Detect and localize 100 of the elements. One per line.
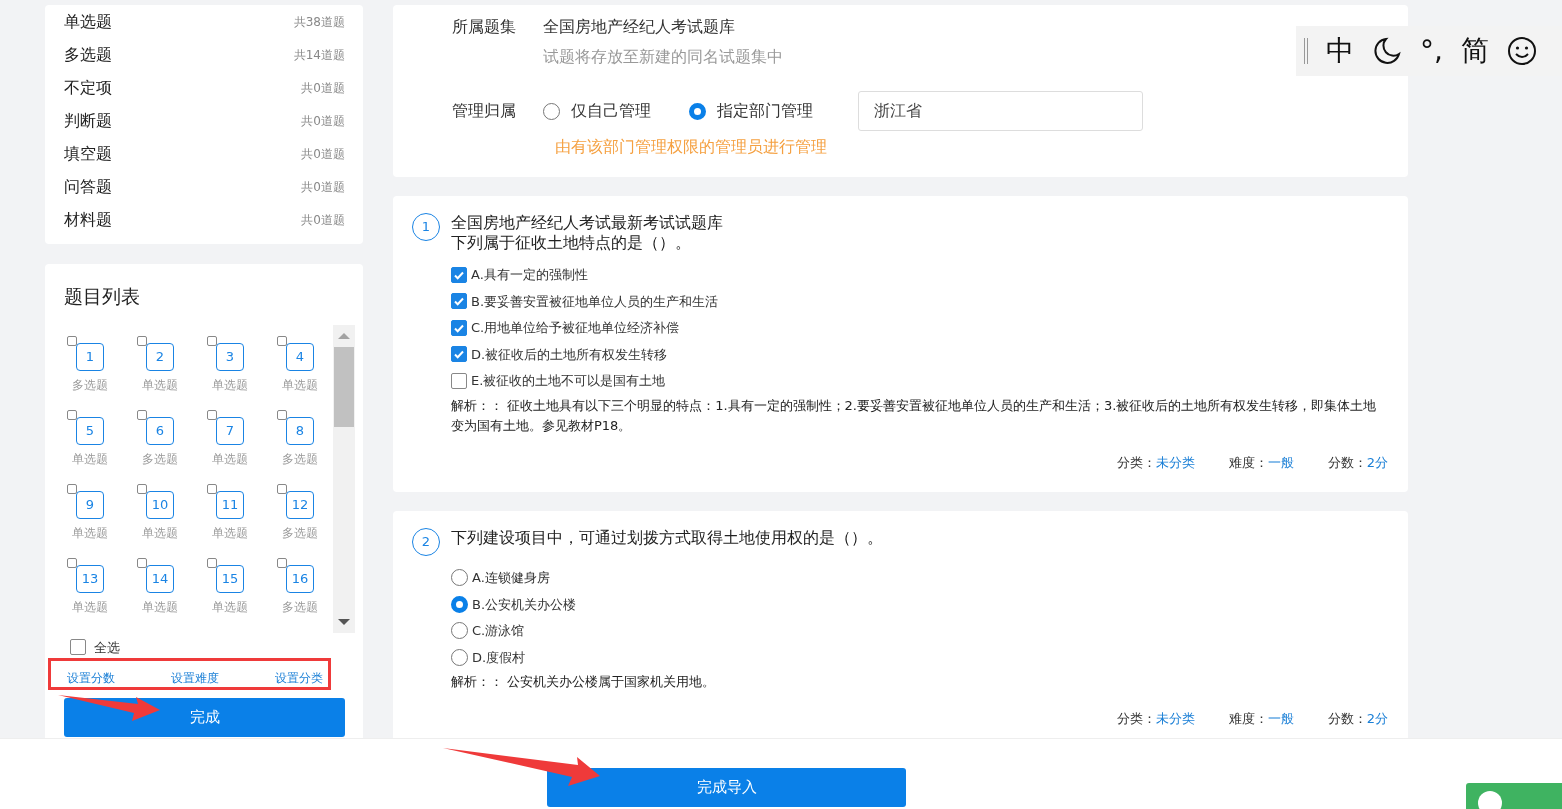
done-button[interactable]: 完成 — [64, 698, 345, 737]
question-type-label: 填空题 — [64, 142, 112, 165]
question-checkbox[interactable] — [137, 557, 147, 568]
select-all-label: 全选 — [94, 638, 120, 657]
question-checkbox[interactable] — [67, 335, 77, 346]
question-checkbox[interactable] — [67, 409, 77, 420]
question-number-button[interactable]: 2 — [146, 342, 174, 371]
question-number-button[interactable]: 16 — [286, 564, 314, 593]
question-count: 共0道题 — [301, 178, 345, 196]
meta-label: 分类： — [1116, 454, 1156, 470]
question-type-label: 单选题 — [142, 524, 178, 542]
question-number-button[interactable]: 4 — [286, 342, 314, 371]
question-number-button[interactable]: 11 — [216, 490, 244, 519]
question-checkbox[interactable] — [207, 557, 217, 568]
question-type-label: 单选题 — [212, 450, 248, 468]
meta-link[interactable]: 未分类 — [1155, 711, 1195, 726]
radio-label: 指定部门管理 — [717, 100, 813, 122]
meta-link[interactable]: 未分类 — [1155, 454, 1195, 470]
option-checkbox[interactable] — [451, 319, 467, 336]
option-label: C.游泳馆 — [472, 622, 525, 640]
question-checkbox[interactable] — [137, 483, 147, 494]
question-checkbox[interactable] — [277, 557, 287, 568]
question-checkbox[interactable] — [207, 483, 217, 494]
grip-handle[interactable] — [1304, 38, 1308, 64]
option-label: A.连锁健身房 — [472, 569, 550, 587]
action-link[interactable]: 设置分数 — [67, 669, 115, 687]
question-number-button[interactable]: 12 — [286, 490, 314, 519]
question-number-button[interactable]: 3 — [216, 342, 244, 371]
smiley-icon[interactable] — [1506, 36, 1537, 66]
hint-text: 试题将存放至新建的同名试题集中 — [543, 46, 783, 68]
question-type-label: 单选题 — [72, 450, 108, 468]
department-field[interactable]: 浙江省 — [858, 91, 1143, 131]
question-checkbox[interactable] — [67, 557, 77, 568]
question-count: 共0道题 — [301, 211, 345, 229]
question-checkbox[interactable] — [207, 409, 217, 420]
submit-button[interactable]: 完成导入 — [547, 768, 906, 807]
question-number-button[interactable]: 7 — [216, 416, 244, 445]
option-label: D.度假村 — [472, 648, 526, 667]
option-checkbox[interactable] — [451, 293, 467, 310]
question-number-button[interactable]: 6 — [146, 416, 174, 445]
radio-button[interactable] — [543, 102, 560, 120]
analysis-text: 解析：： 公安机关办公楼属于国家机关用地。 — [450, 673, 717, 691]
meta-label: 难度： — [1228, 711, 1268, 726]
question-checkbox[interactable] — [137, 335, 147, 346]
question-checkbox[interactable] — [277, 409, 287, 420]
field-label: 所属题集 — [452, 16, 517, 38]
punctuation-key[interactable]: °, — [1420, 30, 1443, 72]
set-name: 全国房地产经纪人考试题库 — [543, 16, 735, 38]
question-type-label: 材料题 — [64, 208, 112, 231]
question-type-label: 单选题 — [72, 524, 108, 542]
meta-label: 分数： — [1327, 711, 1367, 726]
scrollbar[interactable] — [333, 324, 355, 633]
question-checkbox[interactable] — [67, 483, 77, 494]
meta-link[interactable]: 一般 — [1267, 711, 1294, 726]
script-key[interactable]: 简 — [1460, 30, 1489, 72]
question-type-label: 单选题 — [212, 598, 248, 616]
option-radio[interactable] — [451, 595, 468, 613]
moon-icon[interactable] — [1372, 36, 1402, 66]
question-type-label: 单选题 — [212, 524, 248, 542]
option-checkbox[interactable] — [451, 266, 467, 283]
option-radio[interactable] — [451, 569, 468, 587]
panel-title: 题目列表 — [63, 284, 141, 309]
question-number-button[interactable]: 5 — [76, 416, 104, 445]
option-radio[interactable] — [451, 622, 468, 640]
action-link[interactable]: 设置分类 — [275, 669, 323, 687]
question-number-button[interactable]: 15 — [216, 564, 244, 593]
question-stem: 下列属于征收土地特点的是（）。 — [451, 233, 692, 253]
question-type-label: 单选题 — [142, 376, 178, 394]
meta-link[interactable]: 2分 — [1366, 454, 1388, 470]
select-all-checkbox[interactable] — [70, 639, 86, 656]
question-number-button[interactable]: 13 — [76, 564, 104, 593]
question-checkbox[interactable] — [277, 335, 287, 346]
question-type-label: 单选题 — [282, 376, 318, 394]
option-radio[interactable] — [451, 648, 468, 666]
option-label: B.公安机关办公楼 — [472, 595, 577, 614]
ime-mode-key[interactable]: 中 — [1326, 30, 1354, 72]
option-label: D.被征收后的土地所有权发生转移 — [471, 345, 668, 364]
question-checkbox[interactable] — [137, 409, 147, 420]
question-type-label: 多选题 — [72, 376, 108, 394]
question-number-button[interactable]: 1 — [76, 342, 104, 371]
question-count: 共0道题 — [301, 145, 345, 163]
question-number-button[interactable]: 14 — [146, 564, 174, 593]
meta-label: 难度： — [1228, 454, 1268, 470]
question-checkbox[interactable] — [277, 483, 287, 494]
action-link[interactable]: 设置难度 — [171, 669, 219, 687]
meta-label: 分类： — [1116, 711, 1156, 726]
analysis-text: 解析：： 征收土地具有以下三个明显的特点：1.具有一定的强制性；2.要妥善安置被征地单位人员的生产和生活；3.被征收后的土地所有权发生转移，即集体土地变为国有土地。参见教材P18。 — [450, 396, 1378, 435]
option-checkbox[interactable] — [451, 372, 467, 389]
meta-link[interactable]: 2分 — [1366, 711, 1388, 726]
question-number-button[interactable]: 9 — [76, 490, 104, 519]
option-label: C.用地单位给予被征地单位经济补偿 — [471, 319, 680, 337]
option-checkbox[interactable] — [451, 346, 467, 363]
meta-link[interactable]: 一般 — [1267, 454, 1294, 470]
radio-button[interactable] — [689, 102, 706, 120]
question-count: 共14道题 — [293, 46, 345, 64]
chat-widget[interactable] — [1466, 783, 1562, 809]
question-checkbox[interactable] — [207, 335, 217, 346]
question-type-label: 单选题 — [212, 376, 248, 394]
question-number-button[interactable]: 10 — [146, 490, 174, 519]
question-number-button[interactable]: 8 — [286, 416, 314, 445]
